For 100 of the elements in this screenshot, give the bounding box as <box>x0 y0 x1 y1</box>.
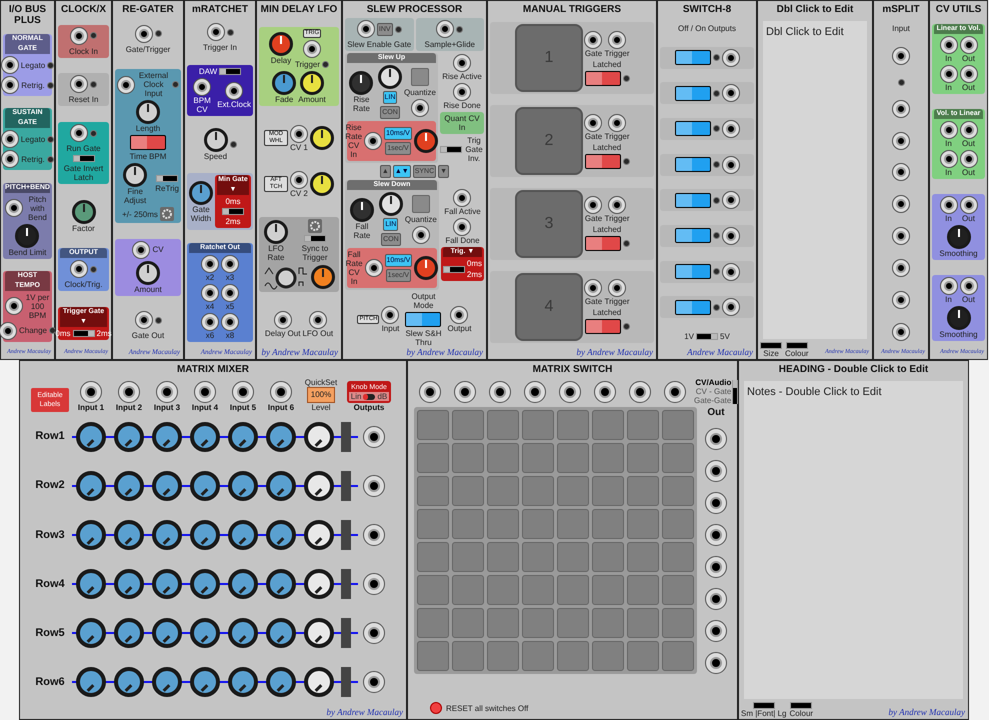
knob[interactable] <box>15 224 40 248</box>
jack-socket[interactable] <box>722 156 740 174</box>
knob[interactable] <box>228 520 258 550</box>
jack-socket[interactable] <box>559 380 581 402</box>
jack-socket[interactable] <box>489 380 511 402</box>
slider-control[interactable] <box>760 342 782 349</box>
jack-socket[interactable] <box>206 23 224 42</box>
knob[interactable] <box>310 126 334 150</box>
jack-socket[interactable] <box>705 492 727 514</box>
knob[interactable] <box>76 470 106 501</box>
knob[interactable] <box>152 667 182 698</box>
jack-socket[interactable] <box>290 170 308 189</box>
jack-socket[interactable] <box>892 259 910 278</box>
toggle-switch[interactable] <box>72 330 94 338</box>
jack-socket[interactable] <box>436 20 454 38</box>
knob[interactable] <box>152 422 182 452</box>
toggle-switch[interactable] <box>363 394 376 400</box>
rocker-switch[interactable] <box>674 300 710 315</box>
jack-socket[interactable] <box>156 381 178 403</box>
jack-socket[interactable] <box>290 124 308 143</box>
rocker-switch[interactable] <box>674 86 710 101</box>
jack-socket[interactable] <box>193 78 212 96</box>
knob[interactable] <box>349 71 374 95</box>
rocker-switch[interactable] <box>405 312 442 327</box>
jack-socket[interactable] <box>302 40 321 58</box>
jack-socket[interactable] <box>705 620 727 642</box>
knob[interactable] <box>946 306 970 330</box>
jack-socket[interactable] <box>940 121 958 140</box>
jack-socket[interactable] <box>70 75 88 94</box>
jack-socket[interactable] <box>364 132 382 150</box>
jack-socket[interactable] <box>960 196 978 214</box>
jack-socket[interactable] <box>363 622 385 644</box>
quickset-button[interactable]: 100% <box>306 387 336 403</box>
jack-socket[interactable] <box>722 298 740 316</box>
rocker-switch[interactable] <box>584 154 620 169</box>
jack-socket[interactable] <box>118 381 140 403</box>
jack-socket[interactable] <box>0 56 19 74</box>
toggle-switch[interactable] <box>304 235 326 242</box>
knob[interactable] <box>190 667 220 698</box>
toggle-switch[interactable] <box>440 146 462 152</box>
knob[interactable] <box>414 129 438 153</box>
jack-socket[interactable] <box>892 195 910 214</box>
knob[interactable] <box>266 618 296 648</box>
jack-socket[interactable] <box>940 150 958 168</box>
knob[interactable] <box>304 569 334 600</box>
jack-socket[interactable] <box>1 76 20 94</box>
jack-socket[interactable] <box>584 114 602 132</box>
jack-socket[interactable] <box>892 132 910 150</box>
knob[interactable] <box>136 260 160 285</box>
rocker-switch[interactable] <box>674 264 710 280</box>
knob[interactable] <box>76 667 106 698</box>
jack-socket[interactable] <box>705 556 727 578</box>
rocker-switch[interactable] <box>674 228 710 244</box>
knob[interactable] <box>350 198 374 222</box>
jack-socket[interactable] <box>608 279 626 298</box>
toggle-switch[interactable] <box>219 68 242 75</box>
jack-socket[interactable] <box>5 297 23 316</box>
slider-control[interactable] <box>790 702 812 709</box>
jack-socket[interactable] <box>70 260 88 278</box>
jack-socket[interactable] <box>722 120 740 138</box>
jack-socket[interactable] <box>722 84 740 102</box>
slider-control[interactable] <box>752 702 775 709</box>
jack-socket[interactable] <box>722 262 740 281</box>
jack-socket[interactable] <box>70 26 88 45</box>
knob[interactable] <box>946 224 970 249</box>
jack-socket[interactable] <box>705 428 727 450</box>
toggle-switch[interactable] <box>696 333 718 340</box>
jack-socket[interactable] <box>892 323 910 342</box>
knob[interactable] <box>310 172 334 196</box>
jack-socket[interactable] <box>452 54 471 72</box>
knob[interactable] <box>304 470 334 501</box>
jack-socket[interactable] <box>363 573 385 596</box>
knob[interactable] <box>114 422 144 452</box>
knob[interactable] <box>228 470 258 501</box>
jack-socket[interactable] <box>608 196 626 214</box>
knob[interactable] <box>228 667 258 698</box>
jack-socket[interactable] <box>356 20 375 38</box>
knob[interactable] <box>300 70 324 95</box>
jack-socket[interactable] <box>940 276 958 295</box>
knob[interactable] <box>378 192 403 216</box>
jack-socket[interactable] <box>201 254 219 273</box>
jack-socket[interactable] <box>454 380 476 402</box>
jack-socket[interactable] <box>270 381 292 403</box>
quantize-button[interactable] <box>410 68 429 86</box>
notes-field[interactable]: Notes - Double Click to Edit <box>744 381 963 699</box>
knob[interactable] <box>304 422 334 452</box>
jack-socket[interactable] <box>232 381 254 403</box>
jack-socket[interactable] <box>221 254 239 273</box>
jack-socket[interactable] <box>705 588 727 610</box>
jack-socket[interactable] <box>892 227 910 246</box>
rocker-switch[interactable] <box>674 50 710 66</box>
jack-socket[interactable] <box>419 380 441 402</box>
jack-socket[interactable] <box>524 380 546 402</box>
knob[interactable] <box>190 569 220 600</box>
knob[interactable] <box>76 520 106 550</box>
jack-socket[interactable] <box>381 306 400 324</box>
jack-socket[interactable] <box>453 189 472 207</box>
knob[interactable] <box>114 470 144 501</box>
switch-position[interactable] <box>732 380 738 388</box>
jack-socket[interactable] <box>892 46 910 65</box>
